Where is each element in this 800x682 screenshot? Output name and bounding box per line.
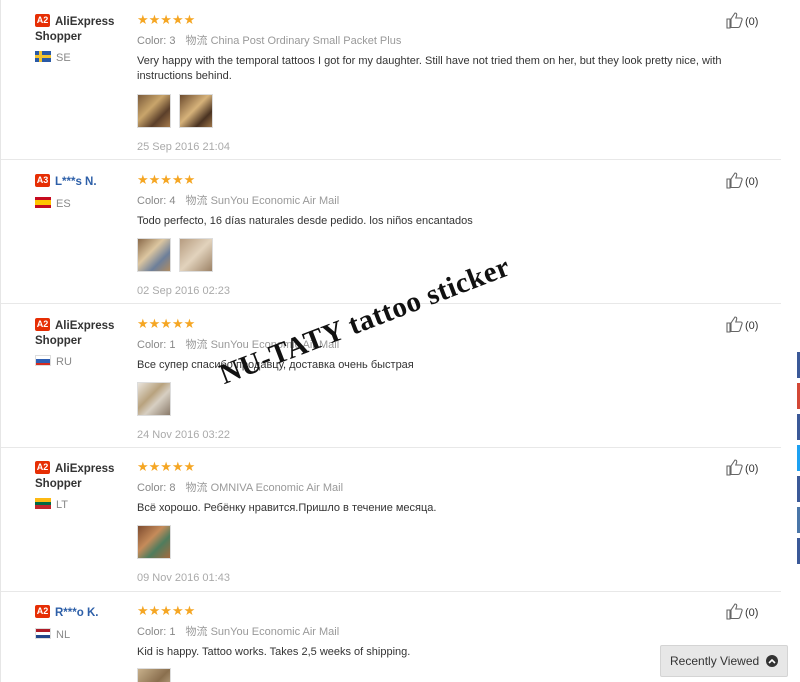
review-content: ★★★★★ Color: 8 物流 OMNIVA Economic Air Mai… xyxy=(137,459,737,585)
reviewer-name: AliExpress xyxy=(55,320,115,332)
review-meta: Color: 8 物流 OMNIVA Economic Air Mail xyxy=(137,482,344,494)
review-meta: Color: 4 物流 SunYou Economic Air Mail xyxy=(137,195,340,207)
review-photo[interactable] xyxy=(137,382,171,416)
flag-se-icon xyxy=(35,51,51,62)
like-button[interactable]: (0) xyxy=(726,316,758,336)
review-item: A2 AliExpress Shopper SE ★★★★★ Color: 3 物流… xyxy=(1,0,781,160)
review-photo[interactable] xyxy=(137,238,171,272)
reviewer-name-line2: Shopper xyxy=(35,31,82,43)
review-photo[interactable] xyxy=(179,238,214,272)
review-content: ★★★★★ Color: 1 物流 SunYou Economic Air Mai… xyxy=(137,603,737,682)
reviewer-info: A2 AliExpress Shopper RU xyxy=(35,317,130,369)
review-item: A2 AliExpress Shopper LT ★★★★★ Color: 8 物流… xyxy=(1,448,781,592)
review-content: ★★★★★ Color: 3 物流 China Post Ordinary Sma… xyxy=(137,12,737,154)
like-button[interactable]: (0) xyxy=(726,459,758,479)
thumbs-up-icon xyxy=(726,12,743,32)
review-meta: Color: 1 物流 SunYou Economic Air Mail xyxy=(137,626,340,638)
reviewer-country: LT xyxy=(35,498,130,512)
star-rating: ★★★★★ xyxy=(137,316,196,331)
reviewer-name-line2: Shopper xyxy=(35,335,82,347)
reviewer-info: A2 AliExpress Shopper SE xyxy=(35,13,130,65)
review-photo[interactable] xyxy=(137,94,171,128)
review-date: 25 Sep 2016 21:04 xyxy=(137,141,230,153)
like-button[interactable]: (0) xyxy=(726,603,758,623)
star-rating: ★★★★★ xyxy=(137,12,196,27)
review-date: 24 Nov 2016 03:22 xyxy=(137,429,230,441)
review-item: A3 L***s N. ES ★★★★★ Color: 4 物流 SunYou Ec… xyxy=(1,160,781,304)
like-button[interactable]: (0) xyxy=(726,12,758,32)
reviewer-country: ES xyxy=(35,197,130,211)
level-badge: A2 xyxy=(35,14,50,28)
reviewer-country: NL xyxy=(35,628,130,642)
reviews-page: { "reviews": [ { "badge": "A2", "name_li… xyxy=(0,0,800,682)
like-button[interactable]: (0) xyxy=(726,172,758,192)
flag-es-icon xyxy=(35,197,51,208)
thumbs-up-icon xyxy=(726,603,743,623)
level-badge: A3 xyxy=(35,174,50,188)
reviewer-country: RU xyxy=(35,355,130,369)
review-date: 09 Nov 2016 01:43 xyxy=(137,572,230,584)
recently-viewed-button[interactable]: Recently Viewed xyxy=(660,645,788,677)
star-rating: ★★★★★ xyxy=(137,459,196,474)
review-meta: Color: 3 物流 China Post Ordinary Small Pac… xyxy=(137,35,402,47)
chevron-up-icon xyxy=(766,655,778,667)
reviewer-name: AliExpress xyxy=(55,16,115,28)
review-photo[interactable] xyxy=(137,668,171,682)
flag-nl-icon xyxy=(35,628,51,639)
reviewer-name-line2: Shopper xyxy=(35,478,82,490)
review-photos xyxy=(137,238,737,272)
reviewer-name: R***o K. xyxy=(55,607,99,619)
review-photo[interactable] xyxy=(179,94,214,128)
level-badge: A2 xyxy=(35,605,50,619)
reviewer-info: A3 L***s N. ES xyxy=(35,173,130,211)
review-meta: Color: 1 物流 SunYou Economic Air Mail xyxy=(137,339,340,351)
review-text: Всё хорошо. Ребёнку нравится.Пришло в те… xyxy=(137,502,437,514)
thumbs-up-icon xyxy=(726,316,743,336)
level-badge: A2 xyxy=(35,461,50,475)
review-text: Todo perfecto, 16 días naturales desde p… xyxy=(137,215,473,227)
shipping-method: 物流 China Post Ordinary Small Packet Plus xyxy=(185,35,402,47)
level-badge: A2 xyxy=(35,318,50,332)
reviewer-info: A2 R***o K. NL xyxy=(35,604,130,642)
thumbs-up-icon xyxy=(726,459,743,479)
flag-ru-icon xyxy=(35,355,51,366)
reviewer-name: AliExpress xyxy=(55,463,115,475)
star-rating: ★★★★★ xyxy=(137,172,196,187)
thumbs-up-icon xyxy=(726,172,743,192)
shipping-method: 物流 SunYou Economic Air Mail xyxy=(185,626,340,638)
shipping-method: 物流 OMNIVA Economic Air Mail xyxy=(185,482,344,494)
star-rating: ★★★★★ xyxy=(137,603,196,618)
review-photo[interactable] xyxy=(137,525,171,559)
review-photos xyxy=(137,525,737,559)
recently-viewed-label: Recently Viewed xyxy=(670,654,760,668)
reviewer-country: SE xyxy=(35,51,130,65)
reviewer-info: A2 AliExpress Shopper LT xyxy=(35,460,130,512)
review-text: Very happy with the temporal tattoos I g… xyxy=(137,55,722,82)
review-text: Kid is happy. Tattoo works. Takes 2,5 we… xyxy=(137,646,411,658)
shipping-method: 物流 SunYou Economic Air Mail xyxy=(185,195,340,207)
flag-lt-icon xyxy=(35,498,51,509)
review-photos xyxy=(137,94,737,128)
reviewer-name: L***s N. xyxy=(55,176,97,188)
review-photos xyxy=(137,668,737,682)
